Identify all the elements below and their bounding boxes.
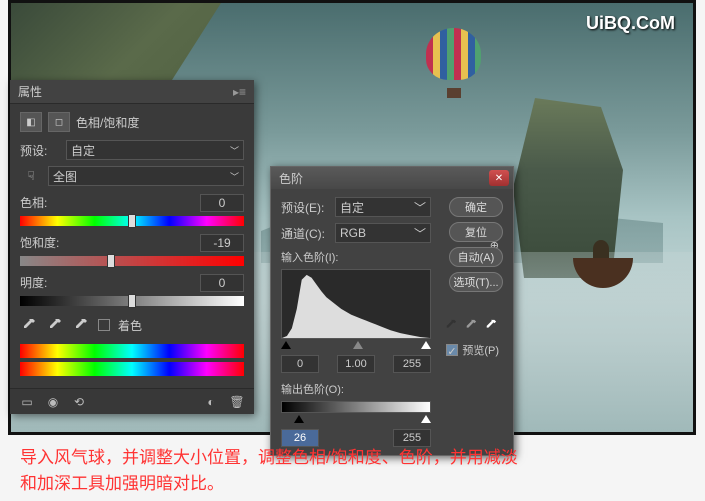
output-black-handle[interactable] xyxy=(294,415,304,423)
hot-air-balloon xyxy=(426,28,481,98)
dialog-titlebar[interactable]: 色阶 ✕ xyxy=(271,167,513,189)
mask-icon[interactable]: ◻ xyxy=(48,112,70,132)
output-levels-label: 输出色阶(O): xyxy=(281,381,503,397)
preset-label: 预设: xyxy=(20,142,60,159)
colorize-checkbox[interactable] xyxy=(98,319,110,331)
color-range-bar-bottom xyxy=(20,362,244,376)
saturation-slider[interactable] xyxy=(20,256,244,266)
preview-label: 预览(P) xyxy=(462,342,499,358)
caption-line-2: 和加深工具加强明暗对比。 xyxy=(20,471,685,497)
gray-point-handle[interactable] xyxy=(353,341,363,349)
input-black-field[interactable]: 0 xyxy=(281,355,319,373)
preset-select[interactable]: 自定 ﹀ xyxy=(66,140,244,160)
input-mid-field[interactable]: 1.00 xyxy=(337,355,375,373)
ok-button[interactable]: 确定 xyxy=(449,197,503,217)
eyedropper-plus-icon[interactable] xyxy=(46,316,64,334)
lv-channel-select[interactable]: RGB ﹀ xyxy=(335,223,431,243)
hue-slider[interactable] xyxy=(20,216,244,226)
lv-channel-label: 通道(C): xyxy=(281,225,329,242)
histogram xyxy=(281,269,431,339)
dialog-title: 色阶 xyxy=(279,170,303,187)
colorize-label: 着色 xyxy=(118,317,142,334)
gray-eyedropper-icon[interactable] xyxy=(463,317,479,333)
white-point-handle[interactable] xyxy=(421,341,431,349)
chevron-down-icon: ﹀ xyxy=(230,144,239,157)
lightness-label: 明度: xyxy=(20,274,47,292)
output-slider-row[interactable] xyxy=(281,415,431,425)
preset-value: 自定 xyxy=(71,142,95,159)
auto-button[interactable]: 自动(A) xyxy=(449,247,503,267)
watermark-text: UiBQ.CoM xyxy=(586,13,675,34)
instruction-caption: 导入风气球，并调整大小位置，调整色相/饱和度、色阶，并用减淡 和加深工具加强明暗… xyxy=(20,445,685,497)
chevron-down-icon: ﹀ xyxy=(414,199,426,216)
input-white-field[interactable]: 255 xyxy=(393,355,431,373)
reset-icon[interactable]: ⟲ xyxy=(70,394,88,410)
slider-thumb[interactable] xyxy=(128,294,136,308)
black-eyedropper-icon[interactable] xyxy=(443,317,459,333)
lightness-value-input[interactable]: 0 xyxy=(200,274,244,292)
clip-layer-icon[interactable]: ▭ xyxy=(18,394,36,410)
panel-tab-bar: 属性 ▸≡ xyxy=(10,80,254,104)
panel-title[interactable]: 属性 xyxy=(18,83,42,100)
visibility-icon[interactable]: ◐ xyxy=(202,394,220,410)
panel-menu-icon[interactable]: ▸≡ xyxy=(233,85,246,99)
lightness-slider[interactable] xyxy=(20,296,244,306)
lv-channel-value: RGB xyxy=(340,226,366,240)
close-icon[interactable]: ✕ xyxy=(489,170,509,186)
levels-dialog: 色阶 ✕ 预设(E): 自定 ﹀ ⊕ 通道(C): RGB ﹀ 输入色阶(I): xyxy=(270,166,514,456)
chevron-down-icon: ﹀ xyxy=(230,170,239,183)
hue-value-input[interactable]: 0 xyxy=(200,194,244,212)
color-range-bar-top xyxy=(20,344,244,358)
adjustment-icon[interactable]: ◧ xyxy=(20,112,42,132)
caption-line-1: 导入风气球，并调整大小位置，调整色相/饱和度、色阶，并用减淡 xyxy=(20,445,685,471)
hue-label: 色相: xyxy=(20,194,47,212)
panel-footer: ▭ ◉ ⟲ ◐ 🗑 xyxy=(10,388,254,414)
white-eyedropper-icon[interactable] xyxy=(483,317,499,333)
slider-thumb[interactable] xyxy=(107,254,115,268)
slider-thumb[interactable] xyxy=(128,214,136,228)
black-point-handle[interactable] xyxy=(281,341,291,349)
lv-preset-select[interactable]: 自定 ﹀ xyxy=(335,197,431,217)
eyedropper-icon[interactable] xyxy=(20,316,38,334)
eyedropper-minus-icon[interactable] xyxy=(72,316,90,334)
hue-saturation-panel: 属性 ▸≡ ◧ ◻ 色相/饱和度 预设: 自定 ﹀ ☟ 全图 ﹀ 色相: 0 xyxy=(10,80,254,414)
adjustment-label: 色相/饱和度 xyxy=(76,114,139,131)
chevron-down-icon: ﹀ xyxy=(414,225,426,242)
scope-value: 全图 xyxy=(53,168,77,185)
view-previous-icon[interactable]: ◉ xyxy=(44,394,62,410)
saturation-label: 饱和度: xyxy=(20,234,59,252)
preview-checkbox[interactable]: ✓ xyxy=(446,344,458,356)
targeted-adjust-icon[interactable]: ☟ xyxy=(20,166,42,186)
scope-select[interactable]: 全图 ﹀ xyxy=(48,166,244,186)
lv-preset-value: 自定 xyxy=(340,199,364,216)
saturation-value-input[interactable]: -19 xyxy=(200,234,244,252)
cancel-button[interactable]: 复位 xyxy=(449,222,503,242)
input-slider-row[interactable] xyxy=(281,341,431,351)
lv-preset-label: 预设(E): xyxy=(281,199,329,216)
options-button[interactable]: 选项(T)... xyxy=(449,272,503,292)
output-gradient[interactable] xyxy=(281,401,431,413)
trash-icon[interactable]: 🗑 xyxy=(228,394,246,410)
output-white-handle[interactable] xyxy=(421,415,431,423)
